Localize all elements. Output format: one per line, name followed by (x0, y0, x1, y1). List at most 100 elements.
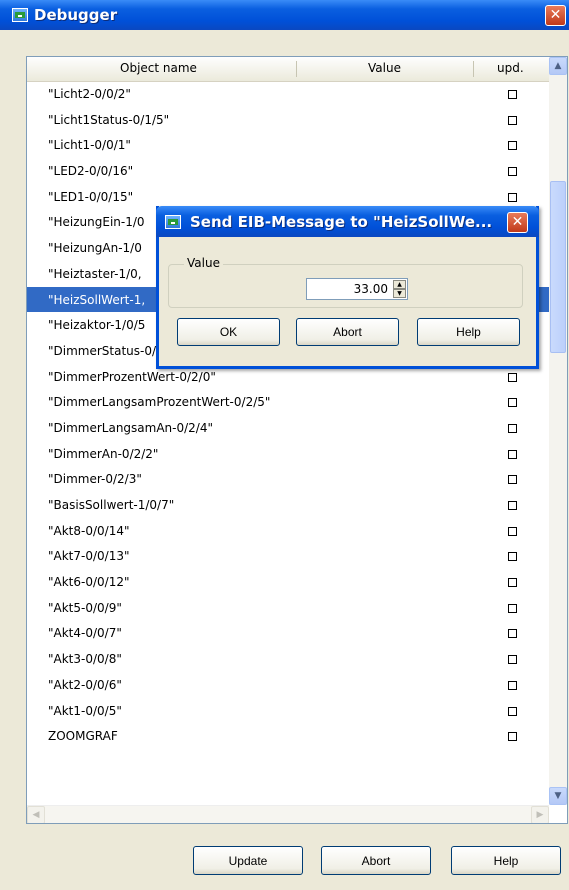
debugger-window: Debugger ✕ Object name Value upd. "Licht… (0, 0, 569, 890)
update-checkbox[interactable] (508, 655, 517, 665)
scroll-right-icon[interactable]: ▶ (531, 806, 549, 823)
dialog-help-button[interactable]: Help (417, 318, 520, 346)
scroll-up-icon[interactable]: ▲ (549, 57, 567, 75)
object-name: "DimmerProzentWert-0/2/0" (48, 369, 216, 384)
list-item[interactable]: "Licht2-0/0/2" (27, 81, 549, 107)
update-checkbox[interactable] (508, 90, 517, 99)
window-title: Debugger (34, 6, 118, 24)
object-name: "Akt2-0/0/6" (48, 677, 122, 692)
update-checkbox[interactable] (508, 680, 517, 690)
object-name: "Licht2-0/0/2" (48, 87, 131, 101)
value-input[interactable]: 33.00 (354, 282, 388, 296)
column-header-value[interactable]: Value (368, 61, 401, 75)
list-item[interactable]: "Licht1Status-0/1/5" (27, 107, 549, 133)
object-name: "DimmerLangsamAn-0/2/4" (48, 420, 213, 435)
object-name: "Akt5-0/0/9" (48, 600, 122, 615)
object-name: "BasisSollwert-1/0/7" (48, 498, 175, 512)
list-item[interactable]: "Akt8-0/0/14" (27, 518, 549, 544)
object-name: "Heiztaster-1/0, (48, 266, 142, 281)
update-checkbox[interactable] (508, 192, 517, 202)
column-header-upd[interactable]: upd. (497, 61, 524, 75)
object-name: "DimmerLangsamProzentWert-0/2/5" (48, 395, 271, 410)
update-checkbox[interactable] (508, 732, 517, 742)
column-divider[interactable] (473, 61, 474, 77)
update-checkbox[interactable] (508, 475, 517, 485)
send-eib-message-dialog: Send EIB-Message to "HeizSollWe... ✕ Val… (156, 206, 539, 369)
object-name: "LED2-0/0/16" (48, 164, 134, 179)
spin-up-icon[interactable]: ▲ (393, 280, 406, 289)
app-icon (165, 215, 181, 229)
list-item[interactable]: "DimmerLangsamProzentWert-0/2/5" (27, 389, 549, 415)
object-name: "Dimmer-0/2/3" (48, 472, 142, 487)
update-checkbox[interactable] (508, 372, 517, 382)
update-checkbox[interactable] (508, 423, 517, 433)
object-name: "Akt6-0/0/12" (48, 575, 130, 590)
help-button[interactable]: Help (451, 846, 561, 875)
update-checkbox[interactable] (508, 449, 517, 459)
vertical-scrollbar[interactable]: ▲ ▼ (549, 57, 567, 805)
list-item[interactable]: "Akt1-0/0/5" (27, 698, 549, 724)
list-item[interactable]: "DimmerLangsamAn-0/2/4" (27, 415, 549, 441)
column-divider[interactable] (296, 61, 297, 77)
update-checkbox[interactable] (508, 167, 517, 177)
scroll-down-icon[interactable]: ▼ (549, 787, 567, 805)
app-icon (12, 8, 28, 22)
update-checkbox[interactable] (508, 141, 517, 151)
object-name: "Heizaktor-1/0/5 (48, 318, 146, 333)
object-name: "HeizSollWert-1, (48, 292, 146, 307)
object-name: "DimmerAn-0/2/2" (48, 446, 159, 461)
update-checkbox[interactable] (508, 115, 517, 125)
object-name: "HeizungAn-1/0 (48, 241, 142, 256)
list-item[interactable]: ZOOMGRAF (27, 723, 549, 749)
object-name: "LED1-0/0/15" (48, 189, 134, 204)
abort-button[interactable]: Abort (321, 846, 431, 875)
update-checkbox[interactable] (508, 552, 517, 562)
object-name: "Akt3-0/0/8" (48, 652, 122, 667)
object-name: "Licht1-0/0/1" (48, 138, 131, 153)
list-item[interactable]: "LED2-0/0/16" (27, 158, 549, 184)
value-group-label: Value (184, 256, 223, 270)
list-item[interactable]: "Akt5-0/0/9" (27, 595, 549, 621)
list-item[interactable]: "Akt4-0/0/7" (27, 620, 549, 646)
update-checkbox[interactable] (508, 629, 517, 639)
list-header: Object name Value upd. (27, 57, 549, 82)
update-checkbox[interactable] (508, 603, 517, 613)
object-list[interactable]: Object name Value upd. "Licht2-0/0/2" "Li… (26, 56, 568, 824)
update-checkbox[interactable] (508, 526, 517, 536)
close-icon[interactable]: ✕ (507, 212, 528, 233)
column-header-object-name[interactable]: Object name (120, 61, 197, 75)
scroll-left-icon[interactable]: ◀ (27, 806, 45, 823)
title-bar[interactable]: Debugger ✕ (0, 0, 569, 30)
list-item[interactable]: "Akt6-0/0/12" (27, 569, 549, 595)
update-checkbox[interactable] (508, 398, 517, 408)
dialog-title-bar[interactable]: Send EIB-Message to "HeizSollWe... ✕ (156, 206, 539, 237)
object-name: "Licht1Status-0/1/5" (48, 112, 170, 127)
list-item[interactable]: "Licht1-0/0/1" (27, 132, 549, 158)
object-name: "HeizungEin-1/0 (48, 215, 145, 230)
list-rows: "Licht2-0/0/2" "Licht1Status-0/1/5" "Licht… (27, 81, 549, 749)
object-name: "Akt1-0/0/5" (48, 703, 122, 718)
object-name: "Akt4-0/0/7" (48, 626, 122, 641)
dialog-abort-button[interactable]: Abort (296, 318, 399, 346)
list-item[interactable]: "Akt3-0/0/8" (27, 646, 549, 672)
object-name: "Akt8-0/0/14" (48, 523, 130, 538)
list-item[interactable]: "Akt2-0/0/6" (27, 672, 549, 698)
object-name: ZOOMGRAF (48, 729, 118, 744)
update-checkbox[interactable] (508, 501, 517, 510)
list-item[interactable]: "Akt7-0/0/13" (27, 543, 549, 569)
value-group: Value 33.00 ▲ ▼ (168, 256, 523, 308)
dialog-title: Send EIB-Message to "HeizSollWe... (190, 213, 493, 231)
update-button[interactable]: Update (193, 846, 303, 875)
list-item[interactable]: "DimmerAn-0/2/2" (27, 441, 549, 467)
list-item[interactable]: "Dimmer-0/2/3" (27, 466, 549, 492)
ok-button[interactable]: OK (177, 318, 280, 346)
update-checkbox[interactable] (508, 578, 517, 588)
value-spinner[interactable]: 33.00 ▲ ▼ (306, 278, 408, 300)
scroll-thumb[interactable] (550, 181, 566, 353)
close-icon[interactable]: ✕ (545, 5, 566, 26)
spin-down-icon[interactable]: ▼ (393, 289, 406, 298)
list-item[interactable]: "BasisSollwert-1/0/7" (27, 492, 549, 518)
update-checkbox[interactable] (508, 706, 517, 716)
horizontal-scrollbar[interactable]: ◀ ▶ (27, 805, 549, 823)
object-name: "Akt7-0/0/13" (48, 549, 130, 564)
